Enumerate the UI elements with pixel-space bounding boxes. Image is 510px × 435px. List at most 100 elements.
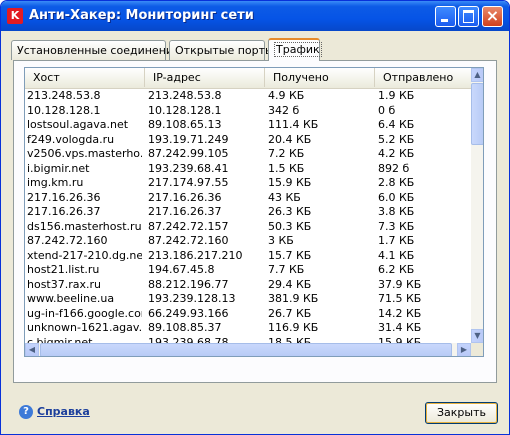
sent-cell: 892 б	[378, 161, 410, 175]
ip-cell: 89.108.85.37	[148, 321, 222, 334]
ip-cell: 213.186.217.210	[148, 248, 243, 262]
traffic-list[interactable]: Хост IP-адрес Получено Отправлено 213.24…	[24, 67, 484, 357]
table-row[interactable]: i.bigmir.net 193.239.68.41 1.5 КБ 892 б	[25, 162, 471, 177]
sent-cell: 2.8 КБ	[378, 176, 415, 189]
received-cell: 26.3 КБ	[268, 205, 312, 218]
table-row[interactable]: unknown-1621.agav... 89.108.85.37 116.9 КБ…	[25, 321, 471, 336]
table-row[interactable]: host37.rax.ru 88.212.196.77 29.4 КБ 37.9 КБ	[25, 278, 471, 293]
host-cell: 213.248.53.8	[27, 89, 101, 102]
sent-cell: 14.2 КБ	[378, 306, 422, 320]
ip-cell: 87.242.99.105	[148, 147, 229, 160]
title-bar[interactable]: K Анти-Хакер: Мониторинг сети ×	[1, 1, 509, 31]
ip-cell: 66.249.93.166	[148, 306, 229, 320]
table-row[interactable]: 10.128.128.1 10.128.128.1 342 б 0 б	[25, 104, 471, 119]
ip-cell: 193.239.68.41	[148, 161, 229, 175]
table-body: 213.248.53.8 213.248.53.8 4.9 КБ 1.9 КБ 10.1…	[25, 89, 471, 356]
ip-cell: 217.16.26.36	[148, 190, 222, 204]
table-row[interactable]: 213.248.53.8 213.248.53.8 4.9 КБ 1.9 КБ	[25, 89, 471, 104]
tab-traffic-label: Трафик	[274, 42, 322, 57]
sent-cell: 1.7 КБ	[378, 234, 415, 247]
tab-traffic[interactable]: Трафик	[268, 38, 322, 61]
host-cell: 87.242.72.160	[27, 234, 108, 247]
tab-established-connections[interactable]: Установленные соединения	[11, 40, 180, 60]
received-cell: 381.9 КБ	[268, 292, 319, 305]
minimize-icon	[441, 19, 448, 22]
ip-cell: 213.248.53.8	[148, 89, 222, 102]
table-row[interactable]: xtend-217-210.dg.ne... 213.186.217.210 15.…	[25, 249, 471, 264]
table-row[interactable]: v2506.vps.masterho... 87.242.99.105 7.2 КБ…	[25, 147, 471, 162]
tab-open-ports[interactable]: Открытые порты	[169, 40, 274, 60]
sent-cell: 37.9 КБ	[378, 277, 422, 291]
host-cell: f249.vologda.ru	[27, 132, 115, 146]
table-row[interactable]: ug-in-f166.google.com 66.249.93.166 26.7 К…	[25, 307, 471, 322]
sent-cell: 5.2 КБ	[378, 132, 415, 146]
column-header-sent[interactable]: Отправлено	[375, 68, 471, 87]
host-cell: 10.128.128.1	[27, 103, 101, 117]
ip-cell: 194.67.45.8	[148, 263, 215, 276]
ip-cell: 217.16.26.37	[148, 205, 222, 218]
ip-cell: 87.242.72.157	[148, 219, 229, 233]
scroll-down-icon[interactable]: ▼	[471, 329, 483, 343]
table-row[interactable]: 217.16.26.36 217.16.26.36 43 КБ 6.0 КБ	[25, 191, 471, 206]
vertical-scroll-thumb[interactable]	[471, 83, 483, 145]
sent-cell: 6.4 КБ	[378, 118, 415, 131]
close-button[interactable]: Закрыть	[425, 402, 498, 424]
help-icon[interactable]: ?	[19, 405, 33, 419]
column-header-ip[interactable]: IP-адрес	[145, 68, 265, 87]
ip-cell: 88.212.196.77	[148, 277, 229, 291]
host-cell: lostsoul.agava.net	[27, 118, 129, 131]
ip-cell: 217.174.97.55	[148, 176, 229, 189]
horizontal-scrollbar[interactable]: ◀ ▶	[25, 343, 471, 356]
received-cell: 1.5 КБ	[268, 161, 305, 175]
sent-cell: 7.3 КБ	[378, 219, 415, 233]
table-row[interactable]: lostsoul.agava.net 89.108.65.13 111.4 КБ 6.…	[25, 118, 471, 133]
horizontal-scroll-thumb[interactable]	[40, 343, 452, 356]
scroll-up-icon[interactable]: ▲	[471, 68, 483, 82]
table-row[interactable]: img.km.ru 217.174.97.55 15.9 КБ 2.8 КБ	[25, 176, 471, 191]
table-row[interactable]: f249.vologda.ru 193.19.71.249 20.4 КБ 5.2 К…	[25, 133, 471, 148]
received-cell: 3 КБ	[268, 234, 294, 247]
received-cell: 4.9 КБ	[268, 89, 305, 102]
close-icon: ×	[485, 6, 500, 25]
scrollbar-corner	[471, 343, 483, 356]
host-cell: 217.16.26.37	[27, 205, 101, 218]
received-cell: 43 КБ	[268, 190, 301, 204]
sent-cell: 6.0 КБ	[378, 190, 415, 204]
received-cell: 116.9 КБ	[268, 321, 319, 334]
sent-cell: 31.4 КБ	[378, 321, 422, 334]
ip-cell: 10.128.128.1	[148, 103, 222, 117]
sent-cell: 0 б	[378, 103, 396, 117]
vertical-scrollbar[interactable]: ▲ ▼	[471, 68, 483, 343]
maximize-icon	[463, 10, 474, 23]
table-row[interactable]: 87.242.72.160 87.242.72.160 3 КБ 1.7 КБ	[25, 234, 471, 249]
help-link[interactable]: Справка	[37, 405, 90, 419]
table-row[interactable]: www.beeline.ua 193.239.128.13 381.9 КБ 71.5…	[25, 292, 471, 307]
sent-cell: 1.9 КБ	[378, 89, 415, 102]
column-header-received[interactable]: Получено	[265, 68, 375, 87]
ip-cell: 87.242.72.160	[148, 234, 229, 247]
received-cell: 15.9 КБ	[268, 176, 312, 189]
maximize-button[interactable]	[458, 6, 479, 27]
scroll-left-icon[interactable]: ◀	[25, 343, 39, 356]
sent-cell: 3.8 КБ	[378, 205, 415, 218]
ip-cell: 89.108.65.13	[148, 118, 222, 131]
table-header: Хост IP-адрес Получено Отправлено	[25, 68, 471, 89]
host-cell: host21.list.ru	[27, 263, 100, 276]
table-row[interactable]: host21.list.ru 194.67.45.8 7.7 КБ 6.2 КБ	[25, 263, 471, 278]
table-row[interactable]: 217.16.26.37 217.16.26.37 26.3 КБ 3.8 КБ	[25, 205, 471, 220]
host-cell: unknown-1621.agav...	[27, 321, 142, 334]
host-cell: img.km.ru	[27, 176, 84, 189]
close-window-button[interactable]: ×	[482, 6, 503, 27]
received-cell: 20.4 КБ	[268, 132, 312, 146]
sent-cell: 4.1 КБ	[378, 248, 415, 262]
table-row[interactable]: ds156.masterhost.ru 87.242.72.157 50.3 КБ 7…	[25, 220, 471, 235]
received-cell: 7.2 КБ	[268, 147, 305, 160]
host-cell: xtend-217-210.dg.ne...	[27, 248, 142, 262]
scroll-right-icon[interactable]: ▶	[457, 343, 471, 356]
host-cell: v2506.vps.masterho...	[27, 147, 142, 160]
minimize-button[interactable]	[435, 6, 456, 27]
received-cell: 26.7 КБ	[268, 306, 312, 320]
sent-cell: 4.2 КБ	[378, 147, 415, 160]
column-header-host[interactable]: Хост	[25, 68, 145, 87]
received-cell: 15.7 КБ	[268, 248, 312, 262]
